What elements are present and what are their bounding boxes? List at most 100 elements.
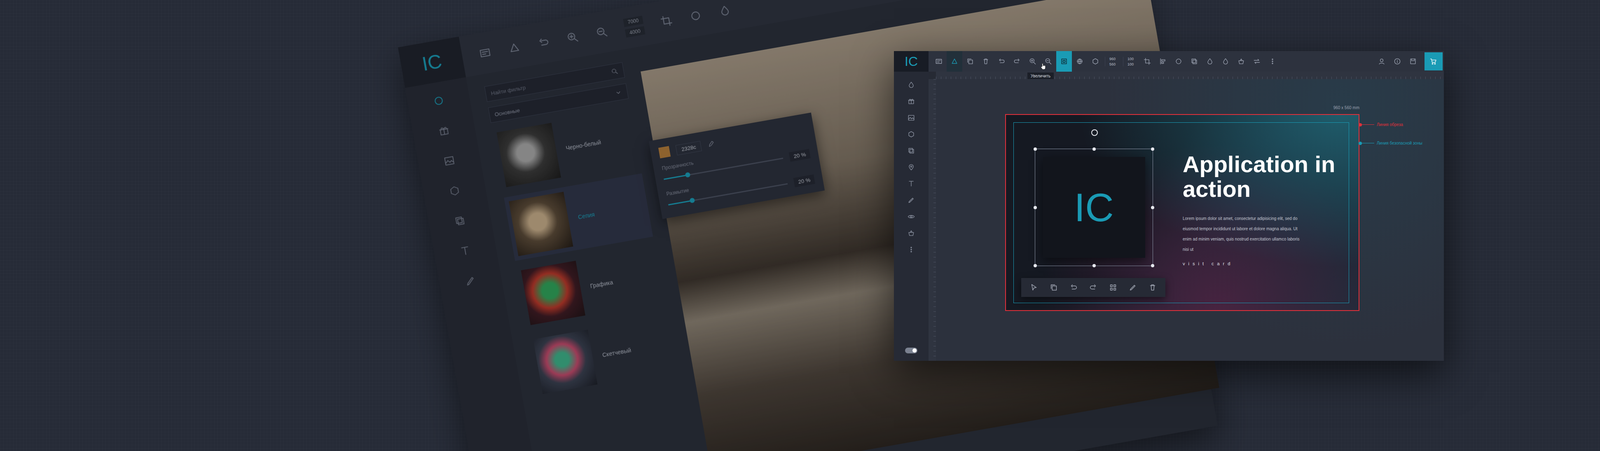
slider-track[interactable] <box>663 157 784 181</box>
card-cta[interactable]: visit card <box>1182 261 1340 267</box>
sidebar <box>893 71 929 361</box>
hex-icon[interactable] <box>907 130 916 139</box>
toolbar-button[interactable] <box>946 51 963 72</box>
card-title[interactable]: Application in action <box>1182 152 1340 202</box>
triangle-icon <box>950 57 959 66</box>
cart-icon <box>1429 57 1438 66</box>
toolbar-button[interactable] <box>1170 51 1187 72</box>
drop-icon <box>1205 57 1215 66</box>
crop-icon[interactable] <box>658 13 674 29</box>
circle-icon[interactable] <box>431 93 447 108</box>
chevron-icon <box>614 88 623 97</box>
frame-icon <box>1059 57 1069 66</box>
color-swatch[interactable] <box>658 145 671 159</box>
triangle-icon[interactable] <box>506 39 522 56</box>
size-field[interactable]: 7000 <box>622 15 644 28</box>
image-icon[interactable] <box>442 153 457 169</box>
redo-icon[interactable] <box>1088 283 1098 293</box>
toolbar-button[interactable] <box>1009 51 1025 72</box>
dimension-field[interactable]: 960560 <box>1104 56 1120 67</box>
toolbar-button[interactable] <box>1139 51 1156 72</box>
cart-button[interactable] <box>1424 52 1443 71</box>
toolbar-button[interactable] <box>1056 51 1072 72</box>
drop-icon[interactable] <box>907 80 916 89</box>
rotate-handle[interactable] <box>1091 129 1098 136</box>
globe-icon <box>1075 57 1084 66</box>
toolbar-button[interactable] <box>1087 51 1104 72</box>
toolbar-button[interactable] <box>1249 51 1265 72</box>
toolbar-button[interactable] <box>930 51 947 72</box>
guide-label: Линия обреза <box>1358 122 1404 127</box>
toolbar-button[interactable] <box>1202 51 1218 72</box>
toolbar-button[interactable] <box>1217 51 1234 72</box>
copy-icon[interactable] <box>1049 283 1059 293</box>
card-body[interactable]: Lorem ipsum dolor sit amet, consectetur … <box>1182 213 1307 255</box>
filter-thumbnail <box>520 260 585 325</box>
toolbar-button[interactable] <box>993 51 1010 72</box>
dimension-field[interactable]: 100100 <box>1122 56 1138 67</box>
arrows-icon <box>1252 57 1261 66</box>
toolbar-button[interactable] <box>1233 51 1250 72</box>
menu-icon[interactable] <box>477 45 493 61</box>
toolbar-button[interactable] <box>1071 51 1088 72</box>
slider-knob[interactable] <box>684 172 691 178</box>
toolbar-button[interactable] <box>962 51 978 72</box>
ruler-corner <box>928 71 936 80</box>
card-logo: IC <box>1043 156 1146 258</box>
brush-icon[interactable] <box>1128 283 1138 293</box>
circle-icon[interactable] <box>687 8 704 24</box>
info-icon[interactable] <box>1393 57 1402 66</box>
save-icon[interactable] <box>1408 57 1418 66</box>
tooltip: Увеличить <box>1027 72 1054 80</box>
undo-icon <box>997 57 1006 66</box>
image-icon[interactable] <box>907 113 916 122</box>
redo-icon <box>1012 57 1022 66</box>
theme-toggle[interactable] <box>905 347 918 354</box>
toolbar-button[interactable] <box>1024 51 1041 72</box>
pin-icon[interactable] <box>907 163 916 172</box>
zoomout-icon <box>1044 57 1053 66</box>
hex-icon[interactable] <box>447 183 462 199</box>
zoom-in-icon[interactable] <box>565 29 581 45</box>
toolbar-button[interactable] <box>977 51 994 72</box>
size-fields: 70004000 <box>622 15 646 38</box>
gift-icon[interactable] <box>437 123 452 139</box>
selection-frame[interactable]: IC <box>1034 148 1154 267</box>
layers-icon[interactable] <box>452 213 468 229</box>
filter-item[interactable]: Скетчевый <box>528 311 678 400</box>
trash-icon[interactable] <box>1148 283 1158 293</box>
size-field[interactable]: 4000 <box>624 26 646 38</box>
align-icon <box>1158 57 1168 66</box>
basket-icon <box>1237 57 1246 66</box>
dots-icon <box>1268 57 1277 66</box>
text-icon[interactable] <box>907 179 916 188</box>
zoomin-icon <box>1028 57 1037 66</box>
filter-thumbnail <box>496 122 561 188</box>
move-icon[interactable] <box>1029 283 1039 293</box>
basket-icon[interactable] <box>907 229 916 238</box>
toolbar-button[interactable] <box>1186 51 1203 72</box>
value-field[interactable]: 2328с <box>675 140 702 156</box>
drop-icon[interactable] <box>717 2 733 19</box>
brush-icon[interactable] <box>907 196 916 205</box>
ruler-left <box>928 79 936 361</box>
slider-knob[interactable] <box>689 197 695 204</box>
business-card[interactable]: IC Application in action Lorem ipsum dolor… <box>1005 114 1360 312</box>
pencil-icon[interactable] <box>706 139 716 149</box>
layers-icon[interactable] <box>907 146 916 155</box>
drop-icon <box>1221 57 1230 66</box>
toolbar-button[interactable] <box>1264 51 1281 72</box>
grid-icon[interactable] <box>1108 283 1118 293</box>
toolbar-button[interactable] <box>1155 51 1171 72</box>
gift-icon[interactable] <box>907 97 916 106</box>
logo[interactable]: IC <box>893 51 929 72</box>
zoom-out-icon[interactable] <box>594 24 610 40</box>
dots-icon[interactable] <box>907 245 916 254</box>
text-icon[interactable] <box>458 243 473 259</box>
user-icon[interactable] <box>1377 57 1386 66</box>
brush-icon[interactable] <box>463 273 478 289</box>
eye-icon[interactable] <box>907 212 916 221</box>
undo-icon[interactable] <box>535 35 552 51</box>
undo-icon[interactable] <box>1069 283 1079 293</box>
filter-item[interactable]: Сепия <box>503 173 653 262</box>
